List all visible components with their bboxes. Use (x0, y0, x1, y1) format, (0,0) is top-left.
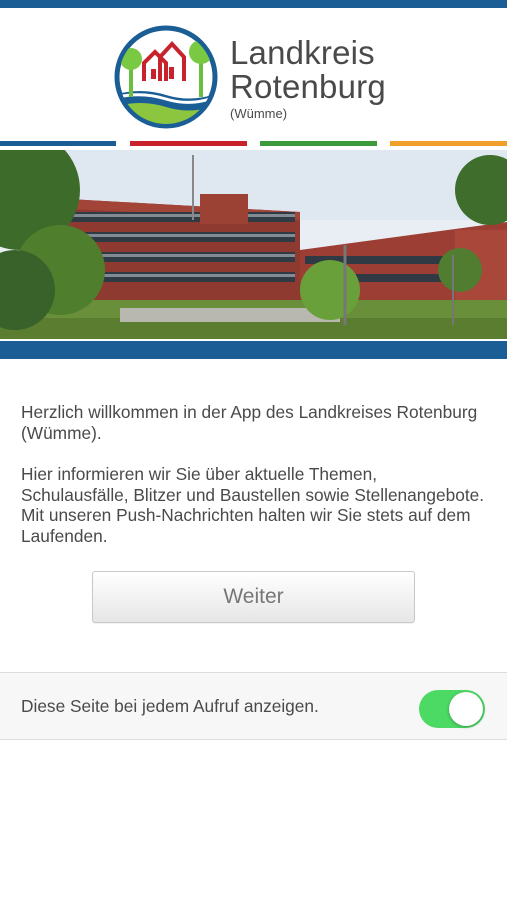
continue-button[interactable]: Weiter (92, 571, 415, 623)
intro-paragraph-info: Hier informieren wir Sie über aktuelle T… (21, 464, 485, 546)
color-bar-red (130, 141, 247, 146)
intro-paragraph-welcome: Herzlich willkommen in der App des Landk… (21, 402, 478, 443)
logo-line-rotenburg: Rotenburg (230, 68, 386, 105)
logo-wordmark: Landkreis Rotenburg (Wümme) (230, 36, 386, 123)
color-bar-green (260, 141, 377, 146)
hero-image-building (0, 150, 507, 339)
logo-line-landkreis: Landkreis (230, 34, 375, 71)
header-logo-area: Landkreis Rotenburg (Wümme) (0, 8, 507, 129)
toggle-knob (449, 692, 483, 726)
top-stripe (0, 0, 507, 8)
intro-text: Herzlich willkommen in der App des Landk… (21, 402, 489, 547)
color-bar-blue (0, 141, 116, 146)
show-on-launch-label: Diese Seite bei jedem Aufruf anzeigen. (21, 696, 319, 716)
landkreis-rotenburg-logo-icon (114, 25, 218, 129)
blue-band (0, 341, 507, 359)
color-bars (0, 128, 507, 146)
show-on-launch-toggle[interactable] (419, 690, 485, 728)
logo-line-wuemme: (Wümme) (230, 106, 288, 121)
show-on-launch-setting-row: Diese Seite bei jedem Aufruf anzeigen. (0, 672, 507, 740)
color-bar-orange (390, 141, 507, 146)
